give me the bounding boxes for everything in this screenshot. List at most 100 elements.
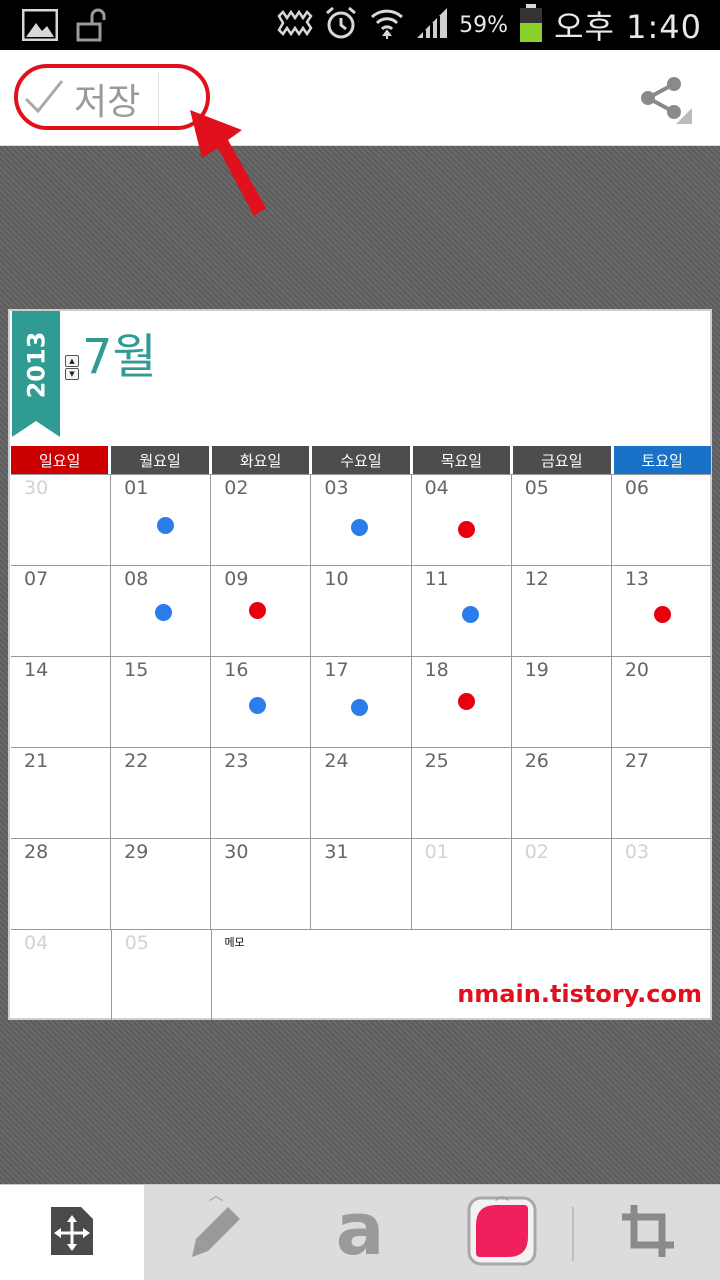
- day-cell[interactable]: 16: [211, 657, 312, 747]
- day-cell[interactable]: 05: [112, 930, 213, 1020]
- calendar-card: 2013 ▲ ▼ 7월 일요일 월요일 화요일 수요일 목요일 금요일 토요일 30 01 02…: [8, 309, 712, 1020]
- day-cell[interactable]: 02: [512, 839, 612, 929]
- event-dot-blue: [249, 697, 267, 714]
- month-down-icon[interactable]: ▼: [65, 368, 79, 380]
- day-cell[interactable]: 01: [111, 475, 212, 565]
- day-number: 19: [524, 659, 549, 681]
- day-cell[interactable]: 07: [11, 566, 112, 656]
- event-dot-blue: [155, 604, 173, 621]
- calendar-grid: 일요일 월요일 화요일 수요일 목요일 금요일 토요일 30 01 02 03 04 05 06 07 08…: [11, 446, 711, 1020]
- day-number: 03: [624, 841, 650, 863]
- week-row: 30 01 02 03 04 05 06: [11, 475, 711, 566]
- event-dot-red: [653, 606, 671, 623]
- day-cell[interactable]: 30: [211, 839, 312, 929]
- crop-tool-button[interactable]: [576, 1185, 720, 1280]
- day-cell[interactable]: 31: [311, 839, 412, 929]
- mute-icon: [275, 8, 313, 42]
- day-number: 13: [624, 568, 650, 590]
- text-tool-button[interactable]: a: [288, 1185, 432, 1280]
- move-tool-button[interactable]: [0, 1185, 144, 1280]
- day-cell[interactable]: 22: [111, 748, 212, 838]
- day-number: 02: [224, 477, 249, 499]
- day-cell[interactable]: 23: [211, 748, 312, 838]
- day-cell[interactable]: 14: [11, 657, 112, 747]
- day-number: 05: [524, 477, 549, 499]
- month-up-icon[interactable]: ▲: [65, 355, 79, 367]
- day-cell[interactable]: 25: [412, 748, 512, 838]
- weekday-header-cell: 금요일: [513, 446, 611, 474]
- day-cell[interactable]: 08: [111, 566, 212, 656]
- day-number: 01: [424, 841, 449, 863]
- watermark: nmain.tistory.com: [457, 980, 702, 1008]
- day-number: 02: [524, 841, 549, 863]
- week-row: 07 08 09 10 11 12 13: [11, 566, 711, 657]
- pen-tool-button[interactable]: ︿: [144, 1185, 288, 1280]
- weekday-header: 일요일 월요일 화요일 수요일 목요일 금요일 토요일: [11, 446, 711, 474]
- unlock-icon: [76, 8, 108, 46]
- day-cell[interactable]: 04: [412, 475, 512, 565]
- red-arrow-annotation: [190, 110, 266, 216]
- weekday-header-cell: 목요일: [412, 446, 511, 474]
- day-number: 22: [124, 750, 149, 772]
- day-cell[interactable]: 03: [612, 839, 711, 929]
- year-label: 2013: [22, 331, 51, 399]
- day-number: 20: [624, 659, 650, 681]
- memo-label: 메모: [224, 936, 245, 949]
- day-cell[interactable]: 05: [512, 475, 612, 565]
- move-icon: [49, 1205, 95, 1261]
- month-title: 7월: [82, 329, 157, 385]
- week-row: 21 22 23 24 25 26 27: [11, 748, 711, 839]
- day-cell[interactable]: 18: [412, 657, 512, 747]
- day-cell[interactable]: 10: [311, 566, 412, 656]
- action-bar: 저장: [0, 50, 720, 146]
- day-cell[interactable]: 13: [612, 566, 711, 656]
- day-cell[interactable]: 21: [11, 748, 112, 838]
- battery-percent: 59%: [459, 12, 509, 38]
- day-cell[interactable]: 17: [311, 657, 412, 747]
- day-cell[interactable]: 01: [412, 839, 512, 929]
- day-cell[interactable]: 15: [111, 657, 212, 747]
- day-cell[interactable]: 26: [512, 748, 612, 838]
- event-dot-blue: [351, 519, 369, 536]
- day-cell[interactable]: 20: [612, 657, 711, 747]
- gallery-icon: [21, 8, 59, 45]
- day-number: 23: [224, 750, 249, 772]
- day-number: 30: [224, 841, 249, 863]
- color-tool-button[interactable]: ︿: [432, 1185, 572, 1280]
- day-number: 26: [524, 750, 549, 772]
- event-dot-red: [249, 602, 267, 619]
- day-number: 04: [24, 932, 49, 954]
- month-spinner[interactable]: ▲ ▼: [65, 355, 81, 381]
- day-number: 29: [124, 841, 149, 863]
- share-button[interactable]: [636, 70, 696, 130]
- day-cell[interactable]: 27: [612, 748, 711, 838]
- day-number: 12: [524, 568, 549, 590]
- weekday-header-cell: 월요일: [111, 446, 209, 474]
- day-cell[interactable]: 06: [612, 475, 711, 565]
- clock: 오후 1:40: [554, 8, 702, 46]
- day-cell[interactable]: 03: [311, 475, 412, 565]
- weeks: 30 01 02 03 04 05 06 07 08 09 10 11 12 13 14 15 16 17 18 19…: [11, 474, 711, 930]
- day-cell[interactable]: 04: [11, 930, 112, 1020]
- day-cell[interactable]: 28: [11, 839, 112, 929]
- weekday-header-cell: 일요일: [11, 446, 109, 474]
- day-cell[interactable]: 19: [512, 657, 612, 747]
- caret-up-icon: ︿: [209, 1188, 223, 1204]
- event-dot-red: [457, 693, 475, 710]
- day-cell[interactable]: 30: [11, 475, 112, 565]
- weekday-header-cell: 수요일: [312, 446, 410, 474]
- day-cell[interactable]: 29: [111, 839, 212, 929]
- crop-icon: [620, 1203, 676, 1263]
- day-number: 07: [24, 568, 49, 590]
- day-cell[interactable]: 24: [311, 748, 412, 838]
- day-cell[interactable]: 02: [211, 475, 312, 565]
- day-cell[interactable]: 12: [512, 566, 612, 656]
- day-cell[interactable]: 09: [211, 566, 312, 656]
- pen-icon: [188, 1203, 244, 1263]
- status-bar: 59% 오후 1:40: [0, 0, 720, 50]
- highlight-annotation: [14, 64, 210, 130]
- day-cell[interactable]: 11: [412, 566, 512, 656]
- toolbar-divider: [572, 1207, 574, 1261]
- day-number: 05: [124, 932, 149, 954]
- event-dot-blue: [461, 606, 479, 623]
